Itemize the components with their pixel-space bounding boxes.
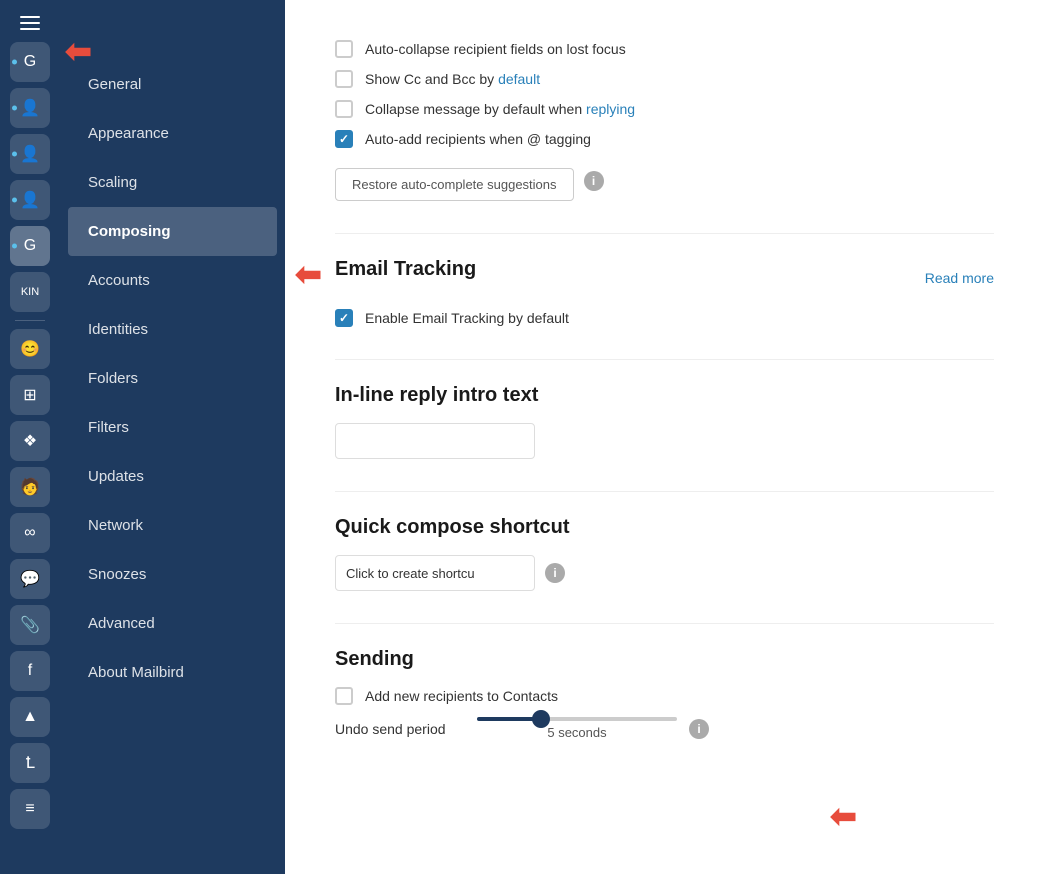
restore-info-icon[interactable]: i (584, 171, 604, 191)
auto-collapse-label: Auto-collapse recipient fields on lost f… (365, 41, 626, 57)
slider-container: 5 seconds (477, 717, 677, 740)
quick-compose-title: Quick compose shortcut (335, 516, 994, 539)
sidebar-item-composing[interactable]: Composing (68, 207, 277, 256)
restore-suggestions-button[interactable]: Restore auto-complete suggestions (335, 168, 574, 201)
sidebar-item-snoozes[interactable]: Snoozes (68, 550, 277, 599)
shortcut-input[interactable] (335, 555, 535, 591)
email-tracking-section: Email Tracking Read more Enable Email Tr… (335, 258, 994, 327)
sending-title: Sending (335, 648, 994, 671)
add-recipients-row: Add new recipients to Contacts (335, 687, 994, 705)
enable-tracking-checkbox[interactable] (335, 309, 353, 327)
divider-1 (335, 233, 994, 234)
sidebar-item-identities[interactable]: Identities (68, 305, 277, 354)
nav-icon-kin[interactable]: KIN (10, 272, 50, 312)
hamburger-button[interactable] (14, 10, 46, 36)
whatsapp-icon: 💬 (20, 569, 40, 589)
shortcut-row: i (335, 555, 994, 591)
nav-icon-layers[interactable]: Ꝉ (10, 743, 50, 783)
auto-collapse-row: Auto-collapse recipient fields on lost f… (335, 40, 994, 58)
inline-reply-input[interactable] (335, 423, 535, 459)
settings-sidebar: GeneralAppearanceScalingComposingAccount… (60, 0, 285, 874)
sidebar-item-network[interactable]: Network (68, 501, 277, 550)
inline-reply-title: In-line reply intro text (335, 384, 994, 407)
add-recipients-label: Add new recipients to Contacts (365, 688, 558, 704)
person-icon: 👤 (20, 98, 40, 118)
auto-add-label: Auto-add recipients when @ tagging (365, 131, 591, 147)
nav-icon-person1[interactable]: 👤 (10, 88, 50, 128)
nav-icon-attachment[interactable]: 📎 (10, 605, 50, 645)
add-recipients-checkbox[interactable] (335, 687, 353, 705)
tracking-header: Email Tracking Read more (335, 258, 994, 297)
undo-send-value: 5 seconds (547, 725, 606, 740)
dropbox-icon: ❖ (23, 431, 37, 451)
divider-3 (335, 491, 994, 492)
enable-tracking-row: Enable Email Tracking by default (335, 309, 994, 327)
settings-content: Auto-collapse recipient fields on lost f… (285, 0, 1044, 874)
stack-icon: ≡ (25, 800, 34, 818)
person-icon-2: 👤 (20, 144, 40, 164)
nav-icon-drive[interactable]: ▲ (10, 697, 50, 737)
nav-icon-person3[interactable]: 👤 (10, 180, 50, 220)
divider-4 (335, 623, 994, 624)
sidebar-item-advanced[interactable]: Advanced (68, 599, 277, 648)
auto-add-row: Auto-add recipients when @ tagging (335, 130, 994, 148)
show-cc-bcc-label: Show Cc and Bcc by default (365, 71, 540, 87)
undo-send-info-icon[interactable]: i (689, 719, 709, 739)
emoji-icon: 😊 (20, 339, 40, 359)
nav-icon-emoji[interactable]: 😊 (10, 329, 50, 369)
recipient-options-section: Auto-collapse recipient fields on lost f… (335, 40, 994, 201)
sidebar-item-scaling[interactable]: Scaling (68, 158, 277, 207)
sidebar-item-about[interactable]: About Mailbird (68, 648, 277, 697)
collapse-message-checkbox[interactable] (335, 100, 353, 118)
collapse-message-row: Collapse message by default when replyin… (335, 100, 994, 118)
facebook-icon: f (28, 662, 32, 680)
nav-icon-facebook[interactable]: f (10, 651, 50, 691)
nav-icon-user[interactable]: 🧑 (10, 467, 50, 507)
sidebar-item-accounts[interactable]: Accounts (68, 256, 277, 305)
undo-send-row: Undo send period 5 seconds i (335, 717, 994, 740)
nav-icon-g2[interactable]: G (10, 226, 50, 266)
enable-tracking-label: Enable Email Tracking by default (365, 310, 569, 326)
sidebar-item-folders[interactable]: Folders (68, 354, 277, 403)
divider-2 (335, 359, 994, 360)
nav-icon-person2[interactable]: 👤 (10, 134, 50, 174)
undo-send-slider[interactable] (477, 717, 677, 721)
g-icon-2: G (24, 237, 36, 255)
icon-bar: G 👤 👤 👤 G KIN (0, 0, 60, 874)
drive-icon: ▲ (22, 708, 38, 726)
sidebar-item-general[interactable]: General (68, 60, 277, 109)
attachment-icon: 📎 (20, 615, 40, 635)
quick-compose-section: Quick compose shortcut i (335, 516, 994, 591)
shortcut-info-icon[interactable]: i (545, 563, 565, 583)
read-more-link[interactable]: Read more (925, 270, 994, 286)
sidebar-item-appearance[interactable]: Appearance (68, 109, 277, 158)
nav-icon-grid[interactable]: ⊞ (10, 375, 50, 415)
auto-collapse-checkbox[interactable] (335, 40, 353, 58)
sidebar-item-filters[interactable]: Filters (68, 403, 277, 452)
nav-icon-stack[interactable]: ≡ (10, 789, 50, 829)
nav-icon-whatsapp[interactable]: 💬 (10, 559, 50, 599)
collapse-message-label: Collapse message by default when replyin… (365, 101, 635, 117)
auto-add-checkbox[interactable] (335, 130, 353, 148)
kin-icon: KIN (21, 286, 39, 298)
nav-icon-dropbox[interactable]: ❖ (10, 421, 50, 461)
icon-divider (15, 320, 45, 321)
show-cc-bcc-row: Show Cc and Bcc by default (335, 70, 994, 88)
layers-icon: Ꝉ (25, 753, 34, 773)
g-icon: G (24, 53, 36, 71)
inline-reply-section: In-line reply intro text (335, 384, 994, 459)
grid-icon: ⊞ (23, 385, 36, 405)
infinity-icon: ∞ (24, 524, 35, 542)
nav-icon-infinity[interactable]: ∞ (10, 513, 50, 553)
email-tracking-title: Email Tracking (335, 258, 476, 281)
nav-icon-g[interactable]: G (10, 42, 50, 82)
show-cc-bcc-checkbox[interactable] (335, 70, 353, 88)
sending-section: Sending Add new recipients to Contacts U… (335, 648, 994, 740)
undo-send-label: Undo send period (335, 721, 465, 737)
person-icon-3: 👤 (20, 190, 40, 210)
user-icon: 🧑 (20, 477, 40, 497)
sidebar-item-updates[interactable]: Updates (68, 452, 277, 501)
